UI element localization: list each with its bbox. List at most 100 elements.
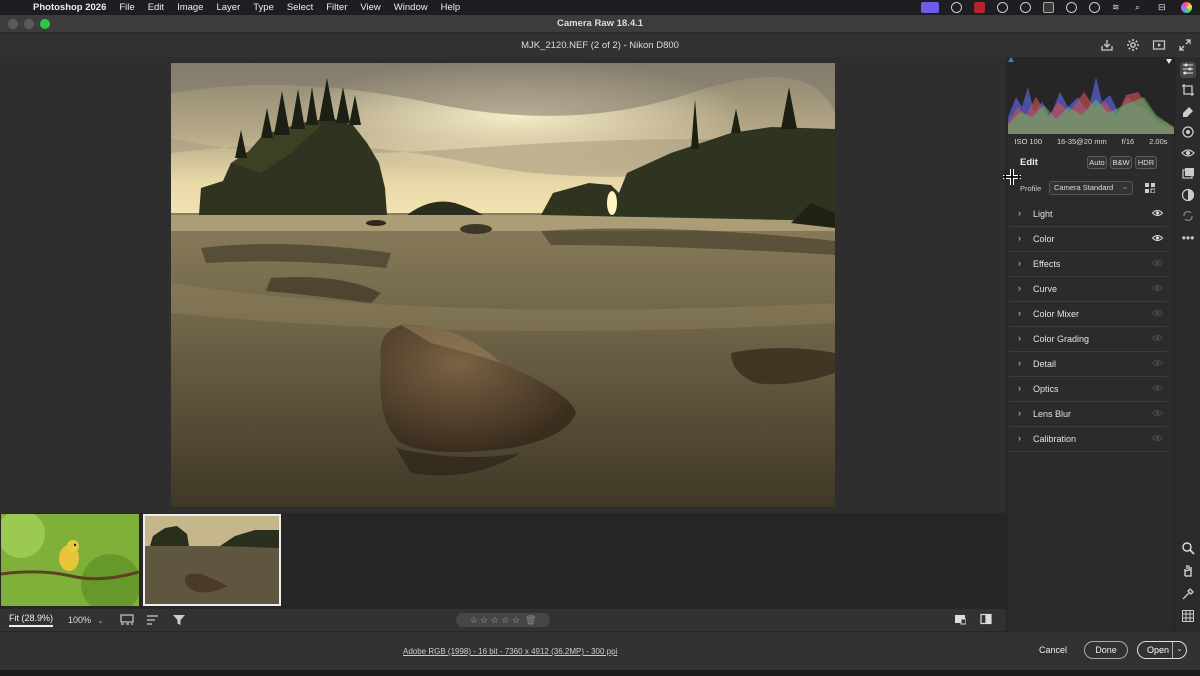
workflow-options-link[interactable]: Adobe RGB (1998) - 16 bit - 7360 x 4912 …: [403, 647, 617, 656]
menu-window[interactable]: Window: [394, 2, 428, 13]
zoom-100-button[interactable]: 100%: [68, 615, 91, 625]
control-center-icon[interactable]: ⊟: [1158, 2, 1169, 13]
brightness-icon[interactable]: [951, 2, 962, 13]
menu-view[interactable]: View: [360, 2, 380, 13]
color-sampler-icon[interactable]: [1180, 587, 1196, 603]
visibility-eye-icon[interactable]: [1152, 209, 1163, 217]
more-options-icon[interactable]: •••: [1180, 230, 1196, 246]
visibility-eye-icon[interactable]: [1152, 359, 1163, 367]
masking-icon[interactable]: [1180, 125, 1196, 141]
filter-icon[interactable]: [172, 614, 186, 626]
menu-app-name[interactable]: Photoshop 2026: [33, 2, 106, 13]
menu-edit[interactable]: Edit: [148, 2, 164, 13]
section-color-mixer[interactable]: › Color Mixer: [1009, 302, 1167, 327]
section-effects[interactable]: › Effects: [1009, 252, 1167, 277]
visibility-eye-icon[interactable]: [1152, 259, 1163, 267]
sync-icon[interactable]: [997, 2, 1008, 13]
visibility-eye-icon[interactable]: [1152, 434, 1163, 442]
section-label: Light: [1033, 209, 1053, 219]
visibility-eye-icon[interactable]: [1152, 334, 1163, 342]
bw-button[interactable]: B&W: [1110, 156, 1132, 169]
section-optics[interactable]: › Optics: [1009, 377, 1167, 402]
filmstrip-thumb-2-selected[interactable]: [143, 514, 281, 606]
window-title-bar: Camera Raw 18.4.1: [0, 15, 1200, 33]
section-color-grading[interactable]: › Color Grading: [1009, 327, 1167, 352]
save-image-icon[interactable]: [1100, 38, 1114, 52]
done-button[interactable]: Done: [1084, 641, 1128, 659]
section-light[interactable]: › Light: [1009, 202, 1167, 227]
settings-gear-icon[interactable]: [1126, 38, 1140, 52]
wifi-icon[interactable]: ≋: [1112, 2, 1123, 13]
profile-label: Profile: [1020, 184, 1042, 193]
image-canvas[interactable]: [0, 57, 1006, 513]
filmstrip-thumb-1[interactable]: [1, 514, 139, 606]
rating-stars[interactable]: ☆ ☆ ☆ ☆ ☆: [470, 615, 520, 626]
record-icon[interactable]: [1066, 2, 1077, 13]
fullscreen-icon[interactable]: [1178, 38, 1192, 52]
menu-file[interactable]: File: [119, 2, 134, 13]
section-color[interactable]: › Color: [1009, 227, 1167, 252]
trash-icon[interactable]: 🗑: [525, 615, 536, 626]
tool-column: •••: [1174, 57, 1200, 631]
menu-help[interactable]: Help: [441, 2, 461, 13]
edit-sliders-icon[interactable]: [1180, 62, 1196, 78]
split-view-icon[interactable]: [980, 613, 992, 628]
red-eye-icon[interactable]: [1180, 146, 1196, 162]
exif-lens: 16-35@20 mm: [1056, 137, 1107, 146]
cancel-button[interactable]: Cancel: [1033, 641, 1073, 659]
zoom-fit-button[interactable]: Fit (28.9%): [9, 613, 54, 627]
menu-select[interactable]: Select: [287, 2, 313, 13]
section-lens-blur[interactable]: › Lens Blur: [1009, 402, 1167, 427]
window-title: Camera Raw 18.4.1: [556, 18, 644, 29]
zoom-tool-icon[interactable]: [1180, 541, 1196, 557]
edit-header: Edit Auto B&W HDR: [1007, 154, 1175, 172]
presets-icon[interactable]: [1180, 188, 1196, 204]
snapshots-icon[interactable]: [1180, 167, 1196, 183]
app-red-icon[interactable]: [974, 2, 985, 13]
profile-select[interactable]: Camera Standard ⌄: [1049, 181, 1133, 195]
grid-overlay-icon[interactable]: [1180, 609, 1196, 625]
slideshow-icon[interactable]: [1152, 38, 1166, 52]
zoom-dropdown-chevron-icon[interactable]: ⌄: [97, 616, 104, 625]
open-options-chevron-icon[interactable]: ⌄: [1172, 642, 1186, 658]
section-curve[interactable]: › Curve: [1009, 277, 1167, 302]
sync-settings-icon[interactable]: [1180, 209, 1196, 225]
hdr-button[interactable]: HDR: [1135, 156, 1157, 169]
profile-browser-icon[interactable]: [1145, 183, 1156, 194]
menu-image[interactable]: Image: [177, 2, 203, 13]
main-photo[interactable]: [171, 63, 835, 507]
profile-row: Profile Camera Standard ⌄: [1007, 180, 1175, 198]
menu-type[interactable]: Type: [253, 2, 274, 13]
visibility-eye-icon[interactable]: [1152, 384, 1163, 392]
location-icon[interactable]: [1089, 2, 1100, 13]
visibility-eye-icon[interactable]: [1152, 309, 1163, 317]
nvidia-icon[interactable]: [1043, 2, 1054, 13]
section-detail[interactable]: › Detail: [1009, 352, 1167, 377]
filmstrip-view-icon[interactable]: [120, 614, 134, 626]
before-after-toggle-icon[interactable]: [954, 613, 967, 628]
star-rating[interactable]: ☆ ☆ ☆ ☆ ☆ 🗑: [456, 613, 550, 627]
sort-icon[interactable]: [146, 614, 160, 626]
siri-icon[interactable]: [1181, 2, 1192, 13]
section-calibration[interactable]: › Calibration: [1009, 427, 1167, 452]
chevron-right-icon: ›: [1018, 308, 1021, 318]
section-label: Calibration: [1033, 434, 1077, 444]
section-label: Effects: [1033, 259, 1061, 269]
eraser-heal-icon[interactable]: [1180, 104, 1196, 120]
open-button[interactable]: Open ⌄: [1137, 641, 1187, 659]
auto-button[interactable]: Auto: [1087, 156, 1107, 169]
crop-icon[interactable]: [1180, 83, 1196, 99]
exif-shutter: 2.00s: [1149, 137, 1168, 146]
screen-share-icon[interactable]: [921, 2, 939, 13]
visibility-eye-icon[interactable]: [1152, 409, 1163, 417]
menu-layer[interactable]: Layer: [216, 2, 240, 13]
chevron-right-icon: ›: [1018, 358, 1021, 368]
visibility-eye-icon[interactable]: [1152, 234, 1163, 242]
resize-cursor-icon: [1003, 169, 1021, 185]
hand-tool-icon[interactable]: [1180, 563, 1196, 579]
search-icon[interactable]: ⌕: [1135, 2, 1146, 13]
visibility-eye-icon[interactable]: [1152, 284, 1163, 292]
menu-filter[interactable]: Filter: [326, 2, 347, 13]
creative-cloud-icon[interactable]: [1020, 2, 1031, 13]
histogram: [1008, 57, 1175, 134]
